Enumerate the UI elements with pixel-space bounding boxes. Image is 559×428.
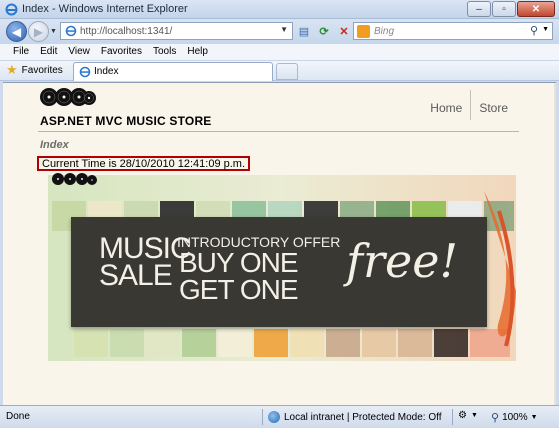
menu-bar: File Edit View Favorites Tools Help	[0, 44, 559, 61]
tab-label: Index	[94, 66, 119, 77]
page-icon	[65, 25, 77, 37]
site-nav: Home Store	[422, 90, 516, 120]
zoom-control[interactable]: ⚲ 100% ▼	[491, 411, 538, 424]
page-edge	[554, 83, 556, 405]
search-icon[interactable]: ⚲	[530, 24, 538, 37]
favorites-button[interactable]: ★ Favorites	[6, 62, 63, 77]
menu-favorites[interactable]: Favorites	[96, 44, 148, 60]
tab-index[interactable]: Index	[73, 62, 273, 81]
zoom-level: 100%	[502, 412, 528, 423]
site-name: ASP.NET MVC MUSIC STORE	[40, 114, 212, 128]
status-text: Done	[6, 411, 30, 422]
promo-sale-text: SALE	[99, 259, 173, 292]
protected-mode-icon[interactable]: ⚙	[458, 410, 467, 421]
status-bar: Done Local intranet | Protected Mode: Of…	[0, 405, 559, 428]
compatibility-view-icon[interactable]: ▤	[295, 22, 313, 40]
search-input[interactable]: Bing ⚲ ▼	[353, 22, 553, 40]
window-title: Index - Windows Internet Explorer	[22, 3, 188, 15]
new-tab-button[interactable]	[276, 63, 298, 80]
globe-icon	[268, 411, 280, 423]
address-field[interactable]: http://localhost:1341/ ▼	[60, 22, 293, 40]
zoom-dropdown-icon[interactable]: ▼	[531, 414, 538, 421]
address-dropdown-icon[interactable]: ▼	[280, 25, 288, 34]
page-icon	[79, 66, 91, 78]
page-title: Index	[40, 139, 69, 151]
favorites-bar: ★ Favorites Index	[0, 61, 559, 81]
status-divider	[452, 409, 453, 425]
favorites-label: Favorites	[21, 64, 63, 76]
promo-buy-text: BUY ONE	[179, 247, 299, 278]
menu-tools[interactable]: Tools	[148, 44, 182, 60]
tools-dropdown-icon[interactable]: ▼	[471, 412, 478, 419]
menu-edit[interactable]: Edit	[35, 44, 63, 60]
bing-icon	[357, 25, 370, 38]
nav-home-link[interactable]: Home	[422, 101, 470, 115]
search-options-dropdown-icon[interactable]: ▼	[542, 26, 549, 33]
maximize-button[interactable]: ▫	[492, 1, 516, 17]
forward-button[interactable]: ▶	[28, 21, 49, 42]
current-time-label: Current Time is 28/10/2010 12:41:09 p.m.	[37, 156, 251, 171]
music-store-logo	[40, 88, 96, 106]
menu-help[interactable]: Help	[182, 44, 214, 60]
refresh-icon[interactable]: ⟳	[315, 22, 333, 40]
nav-store-link[interactable]: Store	[471, 101, 516, 115]
security-zone[interactable]: Local intranet | Protected Mode: Off	[268, 411, 442, 423]
back-button[interactable]: ◀	[6, 21, 27, 42]
close-button[interactable]: ✕	[517, 1, 555, 17]
promo-free-text: free!	[346, 234, 458, 288]
address-toolbar: ◀ ▶ ▼ http://localhost:1341/ ▼ ▤ ⟳ ✕ Bin…	[0, 19, 559, 44]
status-divider	[262, 409, 263, 425]
promo-get-text: GET ONE	[179, 274, 299, 305]
search-placeholder: Bing	[374, 26, 395, 37]
internet-explorer-icon	[5, 3, 18, 16]
status-tools[interactable]: ⚙ ▼	[458, 410, 478, 421]
security-zone-label: Local intranet | Protected Mode: Off	[284, 411, 442, 423]
recent-pages-dropdown-icon[interactable]: ▼	[50, 28, 57, 35]
stop-icon[interactable]: ✕	[335, 22, 353, 40]
star-icon: ★	[6, 62, 18, 77]
title-bar: Index - Windows Internet Explorer – ▫ ✕	[0, 0, 559, 19]
address-url[interactable]: http://localhost:1341/	[80, 26, 172, 37]
zoom-icon: ⚲	[491, 412, 500, 424]
page-viewport: Home Store ASP.NET MVC MUSIC STORE Index…	[3, 82, 556, 405]
menu-view[interactable]: View	[63, 44, 96, 60]
header-divider	[38, 131, 519, 132]
promo-panel: MUSIC SALE INTRODUCTORY OFFER BUY ONE GE…	[71, 217, 487, 327]
minimize-button[interactable]: –	[467, 1, 491, 17]
menu-file[interactable]: File	[8, 44, 35, 60]
